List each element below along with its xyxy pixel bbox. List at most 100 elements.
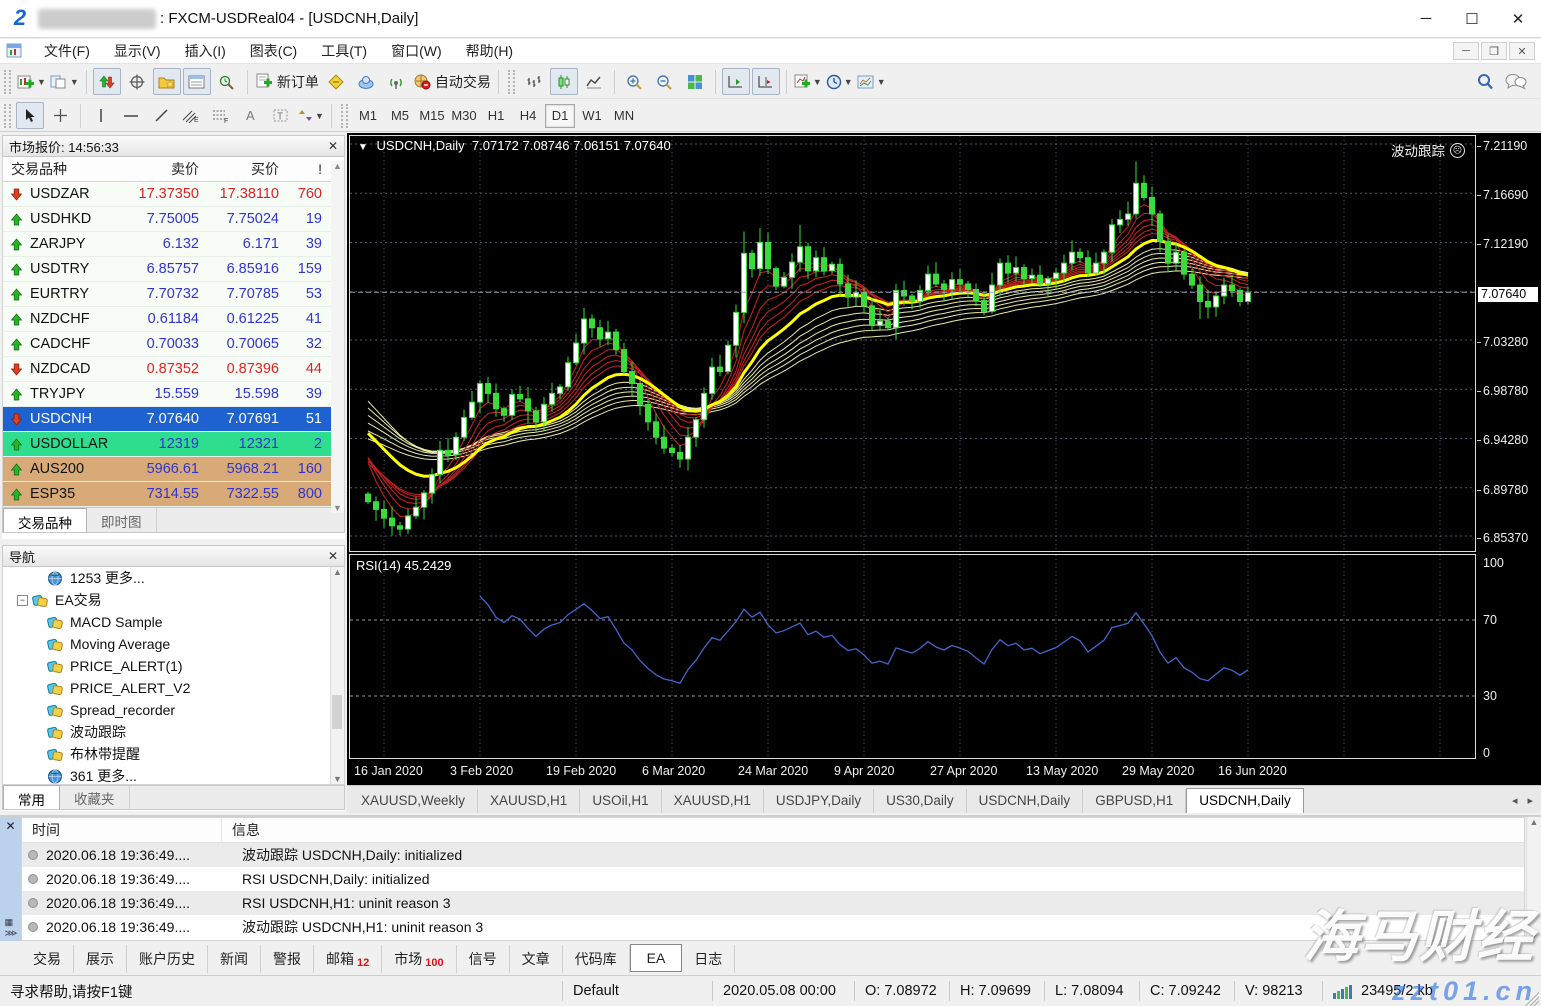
- market-watch-row[interactable]: ZARJPY 6.132 6.171 39: [3, 232, 344, 257]
- menu-item-5[interactable]: 窗口(W): [379, 39, 454, 63]
- navigator-item[interactable]: PRICE_ALERT_V2: [3, 677, 344, 699]
- fibonacci-tool-button[interactable]: F: [207, 102, 235, 129]
- maximize-button[interactable]: ☐: [1449, 4, 1495, 34]
- navigator-item[interactable]: 361 更多...: [3, 765, 344, 784]
- zoom-in-button[interactable]: [621, 68, 649, 95]
- terminal-tab-0[interactable]: 交易: [21, 945, 74, 973]
- toolbar-grip[interactable]: [4, 69, 11, 94]
- date-axis[interactable]: 16 Jan 2020 3 Feb 2020 19 Feb 2020 6 Mar 20…: [349, 759, 1476, 785]
- navigator-item[interactable]: Moving Average: [3, 633, 344, 655]
- auto-scroll-button[interactable]: [721, 68, 750, 95]
- timeframe-H4[interactable]: H4: [513, 104, 543, 128]
- toolbar-grip[interactable]: [507, 69, 515, 94]
- timeframe-M5[interactable]: M5: [385, 104, 415, 128]
- market-watch-tab-0[interactable]: 交易品种: [3, 508, 87, 532]
- menu-item-6[interactable]: 帮助(H): [454, 39, 525, 63]
- terminal-tab-7[interactable]: 信号: [457, 945, 510, 973]
- menu-item-4[interactable]: 工具(T): [309, 39, 379, 63]
- chart-tab-2[interactable]: USOil,H1: [580, 789, 662, 813]
- terminal-tab-1[interactable]: 展示: [74, 945, 127, 973]
- chart-shift-button[interactable]: [751, 68, 780, 95]
- navigator-button[interactable]: [152, 68, 181, 95]
- new-order-button[interactable]: 新订单: [254, 68, 320, 95]
- timeframe-MN[interactable]: MN: [609, 104, 639, 128]
- market-watch-tab-1[interactable]: 即时图: [87, 508, 157, 532]
- market-watch-row[interactable]: USDZAR 17.37350 17.38110 760: [3, 182, 344, 207]
- market-watch-row[interactable]: AUS200 5966.61 5968.21 160: [3, 457, 344, 482]
- terminal-button[interactable]: [182, 68, 211, 95]
- status-profile[interactable]: Default: [563, 981, 713, 1001]
- price-chart-pane[interactable]: ▼ USDCNH,Daily 7.07172 7.08746 7.06151 7…: [349, 135, 1476, 552]
- col-spread[interactable]: !: [285, 161, 328, 177]
- terminal-tab-4[interactable]: 警报: [261, 945, 314, 973]
- equidistant-channel-tool-button[interactable]: E: [177, 102, 205, 129]
- navigator-item[interactable]: Spread_recorder: [3, 699, 344, 721]
- community-chat-button[interactable]: [1502, 68, 1530, 95]
- terminal-tab-3[interactable]: 新闻: [208, 945, 261, 973]
- market-watch-row[interactable]: CADCHF 0.70033 0.70065 32: [3, 332, 344, 357]
- timeframe-W1[interactable]: W1: [577, 104, 607, 128]
- child-restore-button[interactable]: ❐: [1481, 42, 1507, 60]
- navigator-item[interactable]: PRICE_ALERT(1): [3, 655, 344, 677]
- market-watch-row[interactable]: NZDCHF 0.61184 0.61225 41: [3, 307, 344, 332]
- dropdown-triangle-icon[interactable]: ▼: [358, 142, 368, 153]
- templates-button[interactable]: ▼: [856, 68, 887, 95]
- tile-windows-button[interactable]: [681, 68, 709, 95]
- timeframe-M1[interactable]: M1: [353, 104, 383, 128]
- new-chart-button[interactable]: ▼: [16, 68, 47, 95]
- navigator-tab-1[interactable]: 收藏夹: [60, 785, 130, 809]
- rsi-canvas[interactable]: [350, 555, 1475, 758]
- crosshair-tool-button[interactable]: [46, 102, 74, 129]
- toolbar-grip[interactable]: [341, 103, 348, 128]
- scroll-left-icon[interactable]: ◂: [1512, 794, 1518, 807]
- signals-button[interactable]: [382, 68, 410, 95]
- col-symbol[interactable]: 交易品种: [3, 159, 125, 179]
- navigator-item[interactable]: MACD Sample: [3, 611, 344, 633]
- strategy-tester-button[interactable]: [213, 68, 241, 95]
- data-window-button[interactable]: [123, 68, 151, 95]
- terminal-tab-5[interactable]: 邮箱 12: [314, 945, 383, 973]
- chart-tab-3[interactable]: XAUUSD,H1: [662, 789, 764, 813]
- horizontal-line-tool-button[interactable]: [117, 102, 145, 129]
- profiles-button[interactable]: ▼: [49, 68, 80, 95]
- cursor-tool-button[interactable]: [16, 102, 44, 129]
- rsi-indicator-pane[interactable]: RSI(14) 45.2429: [349, 554, 1476, 759]
- navigator-header[interactable]: 导航 ✕: [2, 545, 345, 567]
- market-watch-button[interactable]: [92, 68, 121, 95]
- minimize-button[interactable]: ─: [1403, 4, 1449, 34]
- navigator-item[interactable]: 布林带提醒: [3, 743, 344, 765]
- mql5-community-button[interactable]: [352, 68, 380, 95]
- text-label-tool-button[interactable]: T: [267, 102, 295, 129]
- vertical-line-tool-button[interactable]: [87, 102, 115, 129]
- candlestick-chart-button[interactable]: [549, 68, 578, 95]
- terminal-tab-8[interactable]: 文章: [510, 945, 563, 973]
- market-watch-header[interactable]: 市场报价: 14:56:33 ✕: [2, 135, 345, 157]
- col-time[interactable]: 时间: [22, 818, 222, 842]
- close-icon[interactable]: ✕: [328, 139, 338, 153]
- journal-row[interactable]: 2020.06.18 19:36:49.... 波动跟踪 USDCNH,H1: u…: [22, 915, 1524, 939]
- tree-collapse-icon[interactable]: −: [17, 594, 28, 606]
- price-scale[interactable]: 7.21190 7.16690 7.12190 7.03280 6.98780 6.942…: [1477, 135, 1541, 760]
- close-icon[interactable]: ✕: [5, 819, 15, 833]
- navigator-item[interactable]: 波动跟踪: [3, 721, 344, 743]
- col-message[interactable]: 信息: [222, 820, 260, 840]
- indicators-button[interactable]: ▼: [793, 68, 823, 95]
- arrows-tool-button[interactable]: ▼: [297, 102, 325, 129]
- close-icon[interactable]: ✕: [328, 549, 338, 563]
- market-watch-row[interactable]: USDTRY 6.85757 6.85916 159: [3, 257, 344, 282]
- navigator-item[interactable]: − EA交易: [3, 589, 344, 611]
- market-watch-row[interactable]: ESP35 7314.55 7322.55 800: [3, 482, 344, 507]
- journal-row[interactable]: 2020.06.18 19:36:49.... RSI USDCNH,H1: un…: [22, 891, 1524, 915]
- terminal-tab-10[interactable]: EA: [629, 944, 683, 972]
- navigator-tab-0[interactable]: 常用: [3, 785, 60, 809]
- sad-face-icon[interactable]: ☹: [1450, 142, 1465, 158]
- text-tool-button[interactable]: A: [237, 102, 265, 129]
- menu-item-2[interactable]: 插入(I): [173, 39, 238, 63]
- journal-row[interactable]: 2020.06.18 19:36:49.... RSI USDCNH,Daily:…: [22, 867, 1524, 891]
- toolbar-grip[interactable]: [4, 103, 11, 128]
- terminal-tab-11[interactable]: 日志: [682, 945, 736, 973]
- terminal-tab-2[interactable]: 账户历史: [127, 945, 208, 973]
- auto-trading-button[interactable]: 自动交易: [412, 68, 492, 95]
- navigator-scrollbar[interactable]: ▲ ▼: [330, 567, 344, 784]
- chart-tab-8[interactable]: USDCNH,Daily: [1186, 788, 1304, 813]
